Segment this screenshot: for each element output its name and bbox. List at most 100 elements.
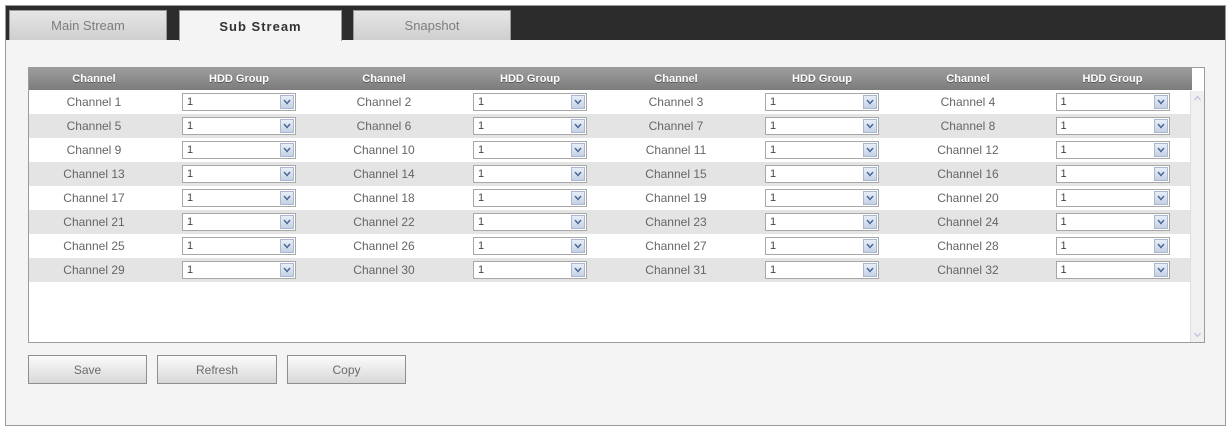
- tab-snapshot[interactable]: Snapshot: [353, 10, 511, 40]
- channel-name: Channel 5: [29, 114, 159, 138]
- chevron-down-icon[interactable]: [863, 95, 877, 109]
- hdd-group-select[interactable]: 1: [473, 93, 587, 111]
- hdd-group-select[interactable]: 1: [182, 117, 296, 135]
- vertical-scrollbar[interactable]: [1190, 91, 1204, 342]
- hdd-group-select[interactable]: 1: [473, 213, 587, 231]
- chevron-down-icon[interactable]: [280, 239, 294, 253]
- tab-sub-stream[interactable]: Sub Stream: [179, 10, 342, 41]
- hdd-group-select[interactable]: 1: [765, 165, 879, 183]
- channel-name: Channel 32: [903, 258, 1033, 282]
- chevron-down-icon[interactable]: [863, 215, 877, 229]
- hdd-group-select[interactable]: 1: [182, 165, 296, 183]
- column-header-hdd-group: HDD Group: [159, 68, 319, 90]
- chevron-down-icon[interactable]: [280, 167, 294, 181]
- hdd-group-select[interactable]: 1: [1055, 165, 1170, 183]
- column-header-hdd-group: HDD Group: [449, 68, 611, 90]
- hdd-group-select[interactable]: 1: [765, 237, 879, 255]
- chevron-down-icon[interactable]: [571, 167, 585, 181]
- hdd-group-select[interactable]: 1: [182, 237, 296, 255]
- copy-button[interactable]: Copy: [287, 355, 406, 384]
- refresh-button[interactable]: Refresh: [157, 355, 277, 384]
- hdd-group-cell: 1: [1033, 210, 1192, 234]
- tab-main-stream[interactable]: Main Stream: [9, 10, 167, 40]
- hdd-group-select[interactable]: 1: [1055, 93, 1170, 111]
- hdd-group-select[interactable]: 1: [182, 189, 296, 207]
- hdd-group-select[interactable]: 1: [182, 213, 296, 231]
- hdd-group-select[interactable]: 1: [765, 189, 879, 207]
- table-row: Channel 13 1 Channel 14 1 Channel 15 1 Channel…: [29, 162, 1192, 186]
- chevron-down-icon[interactable]: [1153, 215, 1168, 229]
- hdd-group-value: 1: [1060, 240, 1067, 252]
- hdd-group-value: 1: [187, 96, 194, 108]
- channel-name: Channel 26: [319, 234, 449, 258]
- table-header-row: Channel HDD Group Channel HDD Group Channel H…: [29, 68, 1192, 90]
- channel-name: Channel 29: [29, 258, 159, 282]
- chevron-down-icon[interactable]: [1153, 119, 1168, 133]
- column-header-channel: Channel: [903, 68, 1033, 90]
- chevron-down-icon[interactable]: [863, 191, 877, 205]
- hdd-group-cell: 1: [449, 210, 611, 234]
- hdd-group-select[interactable]: 1: [473, 261, 587, 279]
- hdd-group-select[interactable]: 1: [765, 117, 879, 135]
- hdd-group-select[interactable]: 1: [182, 93, 296, 111]
- chevron-down-icon[interactable]: [863, 263, 877, 277]
- hdd-group-select[interactable]: 1: [182, 141, 296, 159]
- hdd-group-value: 1: [478, 144, 485, 156]
- chevron-down-icon[interactable]: [863, 167, 877, 181]
- chevron-down-icon[interactable]: [280, 191, 294, 205]
- hdd-group-select[interactable]: 1: [1055, 189, 1170, 207]
- chevron-down-icon[interactable]: [571, 263, 585, 277]
- hdd-group-select[interactable]: 1: [1055, 141, 1170, 159]
- chevron-down-icon[interactable]: [280, 95, 294, 109]
- hdd-group-select[interactable]: 1: [182, 261, 296, 279]
- hdd-group-select[interactable]: 1: [765, 141, 879, 159]
- chevron-down-icon[interactable]: [863, 119, 877, 133]
- chevron-down-icon[interactable]: [280, 143, 294, 157]
- chevron-down-icon[interactable]: [1153, 167, 1168, 181]
- chevron-down-icon[interactable]: [571, 215, 585, 229]
- chevron-down-icon[interactable]: [863, 239, 877, 253]
- hdd-group-cell: 1: [1033, 114, 1192, 138]
- hdd-group-select[interactable]: 1: [1055, 117, 1170, 135]
- chevron-down-icon[interactable]: [571, 239, 585, 253]
- chevron-down-icon[interactable]: [280, 263, 294, 277]
- hdd-group-select[interactable]: 1: [765, 261, 879, 279]
- hdd-group-cell: 1: [449, 234, 611, 258]
- hdd-group-select[interactable]: 1: [1055, 237, 1170, 255]
- chevron-down-icon[interactable]: [1153, 143, 1168, 157]
- chevron-down-icon[interactable]: [280, 215, 294, 229]
- settings-frame: Main Stream Sub Stream Snapshot Channel H…: [5, 5, 1226, 426]
- scroll-up-icon[interactable]: [1193, 94, 1202, 103]
- hdd-group-select[interactable]: 1: [473, 237, 587, 255]
- table-row: Channel 1 1 Channel 2 1 Channel 3 1 Channel 4 1: [29, 90, 1192, 114]
- chevron-down-icon[interactable]: [571, 143, 585, 157]
- hdd-group-value: 1: [770, 168, 777, 180]
- hdd-group-cell: 1: [159, 90, 319, 114]
- chevron-down-icon[interactable]: [571, 95, 585, 109]
- save-button[interactable]: Save: [28, 355, 147, 384]
- hdd-group-select[interactable]: 1: [473, 117, 587, 135]
- chevron-down-icon[interactable]: [571, 191, 585, 205]
- chevron-down-icon[interactable]: [863, 143, 877, 157]
- chevron-down-icon[interactable]: [1153, 95, 1168, 109]
- chevron-down-icon[interactable]: [1153, 239, 1168, 253]
- channel-name: Channel 15: [611, 162, 741, 186]
- hdd-group-select[interactable]: 1: [473, 165, 587, 183]
- chevron-down-icon[interactable]: [1153, 191, 1168, 205]
- table-row: Channel 29 1 Channel 30 1 Channel 31 1 Channel…: [29, 258, 1192, 282]
- column-header-channel: Channel: [611, 68, 741, 90]
- hdd-group-select[interactable]: 1: [1055, 213, 1170, 231]
- hdd-group-select[interactable]: 1: [473, 189, 587, 207]
- hdd-group-select[interactable]: 1: [473, 141, 587, 159]
- chevron-down-icon[interactable]: [1153, 263, 1168, 277]
- hdd-group-select[interactable]: 1: [1055, 261, 1170, 279]
- hdd-group-value: 1: [770, 264, 777, 276]
- hdd-group-cell: 1: [1033, 258, 1192, 282]
- hdd-group-select[interactable]: 1: [765, 213, 879, 231]
- hdd-group-value: 1: [1060, 120, 1067, 132]
- scroll-down-icon[interactable]: [1193, 330, 1202, 339]
- chevron-down-icon[interactable]: [571, 119, 585, 133]
- hdd-group-select[interactable]: 1: [765, 93, 879, 111]
- chevron-down-icon[interactable]: [280, 119, 294, 133]
- hdd-group-cell: 1: [449, 138, 611, 162]
